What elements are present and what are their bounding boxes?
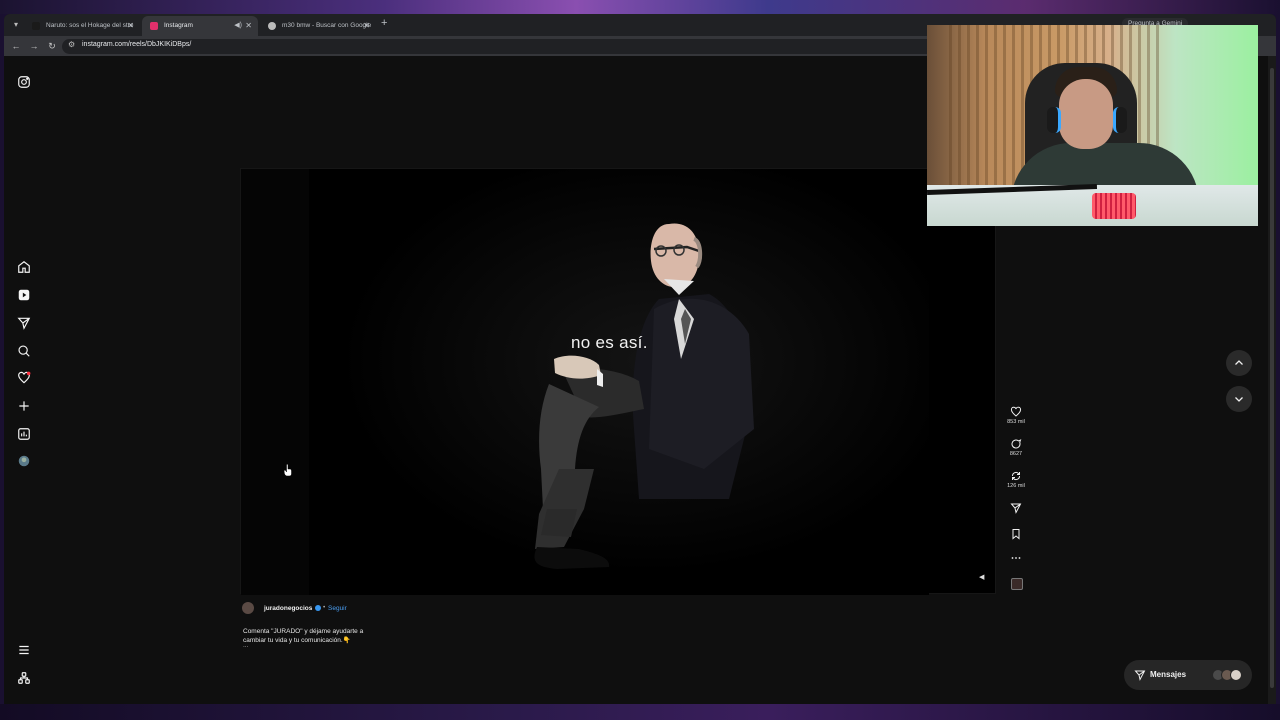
share-button[interactable] — [1004, 502, 1028, 514]
tab-label: Naruto: sos el Hokage del stre — [46, 22, 134, 29]
reel-caption: Comenta "JURADO" y déjame ayudarte a cam… — [243, 628, 364, 644]
threads-icon[interactable] — [16, 670, 32, 686]
back-icon[interactable]: ← — [10, 40, 22, 52]
verified-badge-icon — [315, 605, 321, 611]
like-button[interactable]: 853 mil — [1004, 406, 1028, 425]
site-info-icon[interactable]: ⚙ — [68, 40, 75, 49]
headphone-left — [1047, 107, 1061, 133]
tab-instagram[interactable]: Instagram ◀) ✕ — [142, 16, 258, 36]
audio-playing-icon[interactable]: ◀) — [234, 16, 242, 36]
comment-count: 8627 — [1009, 451, 1023, 457]
new-tab-button[interactable]: + — [381, 17, 387, 29]
menu-icon[interactable] — [16, 642, 32, 658]
tab-label: Instagram — [164, 22, 193, 29]
like-count: 853 mil — [1007, 419, 1025, 425]
desktop-wallpaper — [0, 0, 1280, 14]
tab-search-icon[interactable]: ▾ — [10, 19, 22, 31]
caption-more-link[interactable]: ... — [243, 642, 248, 649]
message-contact-avatar — [1230, 669, 1242, 681]
home-icon[interactable] — [16, 259, 32, 275]
create-plus-icon[interactable] — [16, 398, 32, 414]
headphone-right — [1113, 107, 1127, 133]
close-tab-icon[interactable]: ✕ — [127, 16, 134, 36]
mouse-pointer-hand-icon — [284, 464, 292, 476]
save-button[interactable] — [1004, 528, 1028, 540]
reel-video-frame — [309, 169, 929, 595]
chevron-up-icon — [1235, 360, 1243, 365]
tab-google-search[interactable]: m30 bmw - Buscar con Google ✕ — [260, 16, 376, 36]
author-username[interactable]: juradonegocios — [264, 605, 312, 612]
tab-label: m30 bmw - Buscar con Google — [282, 22, 372, 29]
seated-man-image — [309, 169, 929, 595]
video-subtitle: no es así. — [571, 333, 648, 352]
original-audio-thumbnail[interactable] — [1011, 578, 1023, 590]
author-avatar[interactable] — [242, 602, 254, 614]
instagram-sidebar — [12, 56, 36, 704]
next-reel-button[interactable] — [1226, 386, 1252, 412]
repost-button[interactable]: 126 mil — [1004, 470, 1028, 489]
reload-icon[interactable]: ↻ — [46, 40, 58, 52]
webcam-overlay — [927, 25, 1258, 226]
comment-button[interactable]: 8627 — [1004, 438, 1028, 457]
streamer-face — [1059, 79, 1113, 149]
repost-count: 126 mil — [1007, 483, 1025, 489]
notifications-heart-icon[interactable] — [16, 370, 32, 386]
url-text: instagram.com/reels/DbJKIKiDBps/ — [82, 41, 192, 48]
profile-avatar-icon[interactable] — [16, 453, 32, 469]
close-tab-icon[interactable]: ✕ — [245, 16, 252, 36]
page-scrollbar[interactable] — [1268, 56, 1276, 704]
more-dots-icon — [1011, 557, 1021, 559]
dashboard-icon[interactable] — [16, 426, 32, 442]
messages-label: Mensajes — [1150, 670, 1187, 679]
microphone — [1092, 193, 1136, 219]
search-icon[interactable] — [16, 343, 32, 359]
forward-icon[interactable]: → — [28, 40, 40, 52]
close-tab-icon[interactable]: ✕ — [363, 16, 370, 36]
heart-icon — [1010, 406, 1022, 417]
previous-reel-button[interactable] — [1226, 350, 1252, 376]
desktop-wallpaper-bottom — [0, 704, 1280, 720]
google-favicon-icon — [268, 22, 276, 30]
tiktok-favicon-icon — [32, 22, 40, 30]
scrollbar-thumb[interactable] — [1270, 68, 1274, 688]
direct-send-icon[interactable] — [16, 315, 32, 331]
comment-icon — [1011, 439, 1022, 449]
messages-button[interactable]: Mensajes — [1124, 660, 1252, 690]
instagram-logo-icon[interactable] — [16, 74, 32, 90]
share-send-icon — [1010, 503, 1022, 514]
audio-toggle-icon[interactable]: ◀ — [979, 573, 989, 583]
reel-video-player[interactable]: no es así. ◀ — [240, 168, 996, 595]
bookmark-icon — [1012, 529, 1020, 540]
tab-naruto[interactable]: Naruto: sos el Hokage del stre ✕ — [24, 16, 140, 36]
more-options-button[interactable] — [1004, 552, 1028, 564]
video-letterbox — [241, 169, 309, 595]
follow-button[interactable]: Seguir — [328, 605, 347, 612]
instagram-favicon-icon — [150, 22, 158, 30]
repost-icon — [1011, 471, 1021, 481]
chevron-down-icon — [1235, 397, 1243, 402]
separator-dot: • — [323, 604, 326, 611]
reels-icon[interactable] — [16, 287, 32, 303]
messages-send-icon — [1134, 670, 1146, 681]
